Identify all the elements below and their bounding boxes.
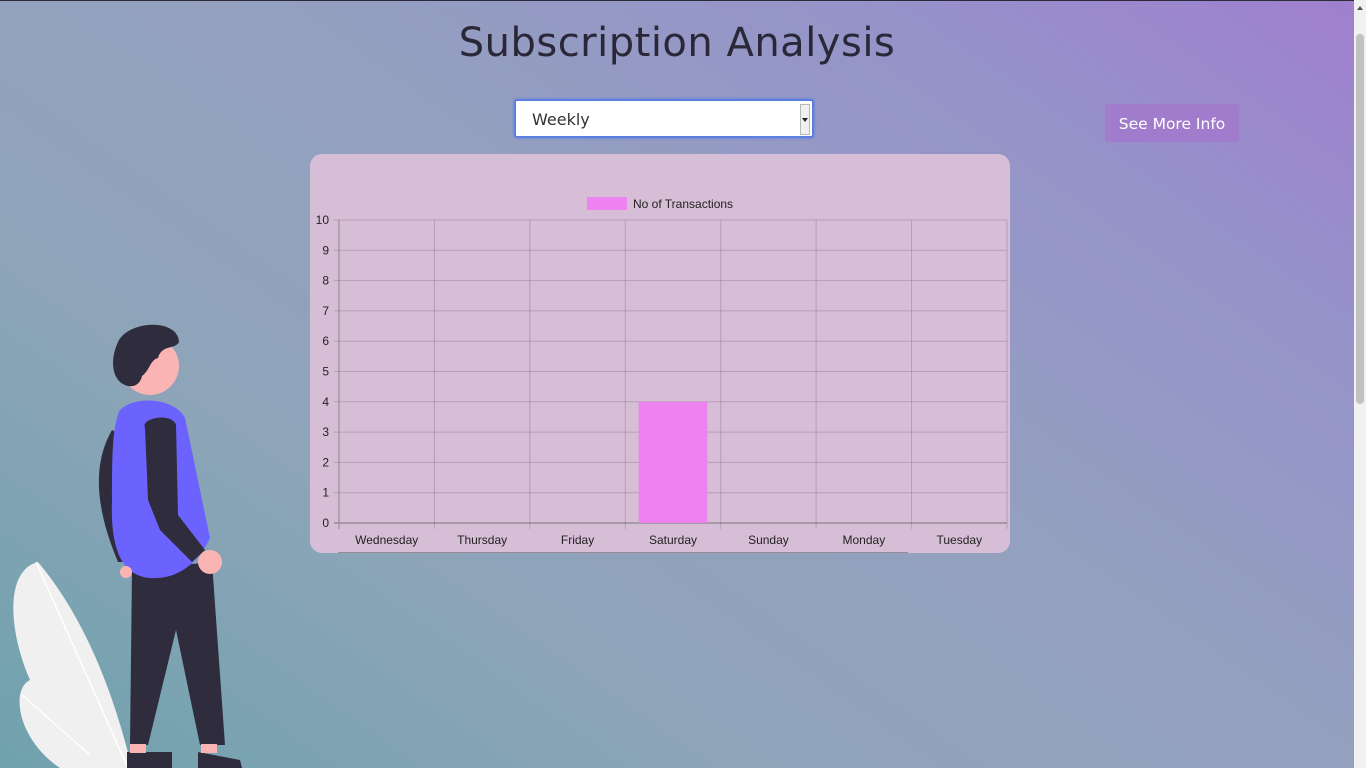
scrollbar-thumb[interactable] xyxy=(1356,34,1364,404)
y-tick-label: 4 xyxy=(322,395,329,409)
scroll-up-icon[interactable] xyxy=(1357,6,1363,10)
x-tick-label: Monday xyxy=(843,533,886,547)
y-tick-label: 3 xyxy=(322,425,329,439)
bar-chart: 0 1 2 3 4 5 6 7 8 9 10 Wednesday Thursday Friday Satur… xyxy=(316,197,1008,553)
bar-saturday xyxy=(638,401,708,523)
page-title: Subscription Analysis xyxy=(458,20,896,66)
x-tick-label: Tuesday xyxy=(936,533,982,547)
legend-swatch xyxy=(587,197,627,210)
y-tick-label: 10 xyxy=(316,213,330,227)
person-illustration xyxy=(13,324,242,768)
y-tick-label: 1 xyxy=(322,486,329,500)
x-tick-label: Friday xyxy=(561,533,594,547)
see-more-info-button[interactable]: See More Info xyxy=(1105,104,1239,142)
y-tick-label: 6 xyxy=(322,334,329,348)
period-select-value: Weekly xyxy=(532,110,590,129)
dropdown-arrow-icon[interactable] xyxy=(800,104,810,135)
y-tick-label: 7 xyxy=(322,304,329,318)
top-border xyxy=(0,0,1354,1)
y-tick-label: 9 xyxy=(322,243,329,257)
chart-card: 0 1 2 3 4 5 6 7 8 9 10 Wednesday Thursday Friday Satur… xyxy=(310,154,1010,553)
vertical-scrollbar[interactable] xyxy=(1354,0,1366,768)
y-tick-label: 8 xyxy=(322,274,329,288)
x-tick-label: Sunday xyxy=(748,533,789,547)
x-tick-label: Saturday xyxy=(649,533,697,547)
y-tick-label: 5 xyxy=(322,365,329,379)
x-tick-label: Thursday xyxy=(457,533,507,547)
period-select[interactable]: Weekly xyxy=(514,99,814,138)
leaf-icon xyxy=(13,561,133,768)
y-tick-label: 0 xyxy=(322,516,329,530)
x-tick-label: Wednesday xyxy=(355,533,418,547)
legend-label: No of Transactions xyxy=(633,197,733,211)
y-tick-label: 2 xyxy=(322,455,329,469)
